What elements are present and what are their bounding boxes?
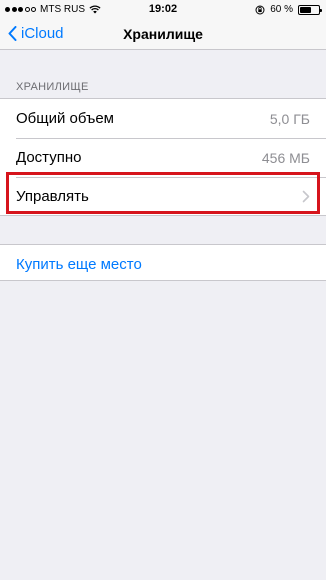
page-title: Хранилище (123, 26, 203, 42)
status-right: 60 % (255, 4, 322, 15)
buy-storage-group: Купить еще место (0, 244, 326, 281)
battery-icon (298, 4, 322, 15)
row-manage-storage[interactable]: Управлять (0, 177, 326, 216)
orientation-lock-icon (255, 5, 265, 14)
row-label: Управлять (16, 188, 89, 205)
row-available-storage: Доступно 456 МБ (0, 138, 326, 177)
row-value: 5,0 ГБ (269, 110, 310, 127)
row-label: Доступно (16, 149, 82, 166)
row-value: 456 МБ (261, 149, 310, 166)
chevron-right-icon (302, 190, 310, 203)
row-label: Общий объем (16, 110, 114, 127)
navigation-bar: iCloud Хранилище (0, 20, 326, 50)
status-bar: MTS RUS 19:02 60 % (0, 0, 326, 20)
buy-storage-row[interactable]: Купить еще место (0, 245, 326, 284)
battery-percent: 60 % (270, 4, 293, 15)
battery-fill (300, 6, 311, 13)
row-total-storage: Общий объем 5,0 ГБ (0, 99, 326, 138)
screen: MTS RUS 19:02 60 % iCloud Хранилище ХРАН… (0, 0, 326, 580)
buy-storage-link[interactable]: Купить еще место (16, 256, 142, 273)
storage-group: Общий объем 5,0 ГБ Доступно 456 МБ Управ… (0, 98, 326, 216)
section-header-storage: ХРАНИЛИЩЕ (16, 81, 89, 93)
